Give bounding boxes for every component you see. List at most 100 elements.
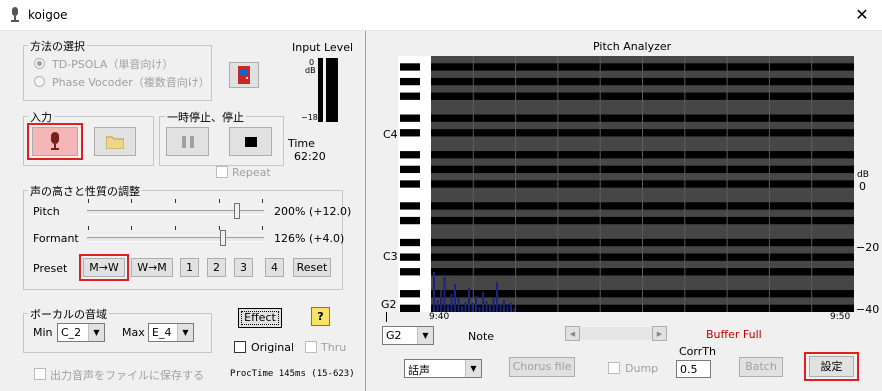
formant-slider-thumb[interactable] xyxy=(220,230,227,246)
db-tick-20: −20 xyxy=(856,241,880,254)
spectrum-bar xyxy=(478,307,481,312)
spectrum-bar xyxy=(489,305,491,312)
door-icon xyxy=(238,66,250,84)
effect-button[interactable]: Effect xyxy=(238,308,282,328)
input-level-meter-left xyxy=(318,58,323,122)
timeline-scrollbar[interactable]: ◀ ▶ xyxy=(565,326,667,341)
spectrum-bar xyxy=(485,301,488,312)
piano-black-key xyxy=(400,290,420,298)
save-to-file-checkbox[interactable] xyxy=(34,368,46,380)
db-tick-40: −40 xyxy=(856,303,880,316)
chevron-down-icon: ▼ xyxy=(417,327,433,344)
note-label-c4: C4 xyxy=(383,128,398,141)
reset-button[interactable]: Reset xyxy=(293,258,331,277)
time-label: Time xyxy=(288,137,315,150)
settings-button[interactable]: 設定 xyxy=(809,356,854,377)
buffer-status: Buffer Full xyxy=(706,328,762,341)
formant-tick xyxy=(88,226,89,230)
batch-button[interactable]: Batch xyxy=(739,357,783,377)
method-legend: 方法の選択 xyxy=(28,38,87,54)
spectrum-bar xyxy=(440,290,442,312)
note-select-value: G2 xyxy=(386,329,402,342)
spectrum-bar xyxy=(499,304,502,312)
microphone-app-icon xyxy=(11,7,19,22)
formant-slider-track xyxy=(87,237,264,242)
original-checkbox[interactable] xyxy=(234,341,246,353)
spectrum-bar xyxy=(510,303,512,312)
voice-type-select[interactable]: 話声 ▼ xyxy=(404,359,482,378)
chevron-down-icon: ▼ xyxy=(88,324,104,341)
repeat-checkbox[interactable] xyxy=(216,166,228,178)
piano-black-key xyxy=(400,216,420,225)
method-tdpsola-radio[interactable] xyxy=(34,58,45,69)
scrollbar-thumb[interactable] xyxy=(580,327,652,340)
preset-1-button[interactable]: 1 xyxy=(180,258,199,277)
pitch-tick xyxy=(175,199,176,203)
preset-3-button[interactable]: 3 xyxy=(234,258,253,277)
spectrum-bar xyxy=(482,292,484,312)
open-file-button[interactable] xyxy=(94,127,136,156)
dump-checkbox[interactable] xyxy=(608,362,620,374)
pitch-analyzer-display xyxy=(398,56,854,312)
method-vocoder-radio[interactable] xyxy=(34,76,45,87)
thru-checkbox[interactable] xyxy=(305,341,317,353)
pitch-label: Pitch xyxy=(33,205,60,218)
pitch-tick xyxy=(262,199,263,203)
preset-4-button[interactable]: 4 xyxy=(265,258,284,277)
title-bar: koigoe ✕ xyxy=(0,0,882,31)
original-label: Original xyxy=(251,341,295,354)
range-min-select[interactable]: C_2 ▼ xyxy=(57,323,105,342)
spectrum-bar xyxy=(457,298,460,312)
preset-2-button[interactable]: 2 xyxy=(207,258,226,277)
preset-m-to-w-button[interactable]: M→W xyxy=(83,258,125,277)
help-icon[interactable]: ? xyxy=(311,307,330,326)
formant-tick xyxy=(262,226,263,230)
spectrum-bar xyxy=(471,303,474,312)
repeat-label: Repeat xyxy=(232,166,271,179)
pause-button[interactable] xyxy=(166,127,209,156)
range-min-value: C_2 xyxy=(61,326,82,339)
db-unit-label: dB xyxy=(857,170,869,180)
thru-label: Thru xyxy=(321,341,347,354)
pitch-tick xyxy=(219,199,220,203)
scroll-right-icon[interactable]: ▶ xyxy=(652,326,667,341)
spectrum-bar xyxy=(492,297,495,312)
formant-tick xyxy=(131,226,132,230)
piano-black-key xyxy=(400,114,420,122)
folder-icon xyxy=(105,136,125,150)
microphone-icon xyxy=(51,132,59,150)
note-select[interactable]: G2 ▼ xyxy=(382,326,434,345)
note-label: Note xyxy=(468,330,495,343)
stop-icon xyxy=(244,137,257,147)
range-max-label: Max xyxy=(122,326,145,339)
pause-stop-legend: 一時停止、停止 xyxy=(165,109,246,125)
voice-type-value: 話声 xyxy=(408,364,430,377)
piano-black-key xyxy=(400,238,420,247)
formant-label: Formant xyxy=(33,232,79,245)
piano-black-key xyxy=(400,268,420,276)
spectrum-bar xyxy=(461,306,463,312)
scroll-left-icon[interactable]: ◀ xyxy=(565,326,580,341)
pitch-slider-thumb[interactable] xyxy=(234,203,241,219)
range-min-label: Min xyxy=(33,326,53,339)
door-button[interactable] xyxy=(229,62,259,88)
range-max-value: E_4 xyxy=(152,326,172,339)
method-vocoder-label: Phase Vocoder（複数音向け） xyxy=(52,76,210,89)
corrth-value: 0.5 xyxy=(680,363,698,376)
pitch-value: 200% (+12.0) xyxy=(274,205,352,218)
spectrum-bar xyxy=(436,300,439,312)
stop-button[interactable] xyxy=(229,127,272,156)
pitch-tick xyxy=(131,199,132,203)
piano-black-key xyxy=(400,202,420,210)
corrth-label: CorrTh xyxy=(679,345,716,358)
range-max-select[interactable]: E_4 ▼ xyxy=(148,323,194,342)
close-icon[interactable]: ✕ xyxy=(842,0,882,30)
analyzer-title: Pitch Analyzer xyxy=(593,40,672,53)
chorus-file-button[interactable]: Chorus file xyxy=(509,357,575,377)
corrth-input[interactable]: 0.5 xyxy=(676,360,711,378)
preset-w-to-m-button[interactable]: W→M xyxy=(131,258,173,277)
piano-black-key xyxy=(400,63,420,71)
piano-black-key xyxy=(400,129,420,137)
mic-button[interactable] xyxy=(32,127,78,156)
time-value: 62:20 xyxy=(294,150,326,163)
